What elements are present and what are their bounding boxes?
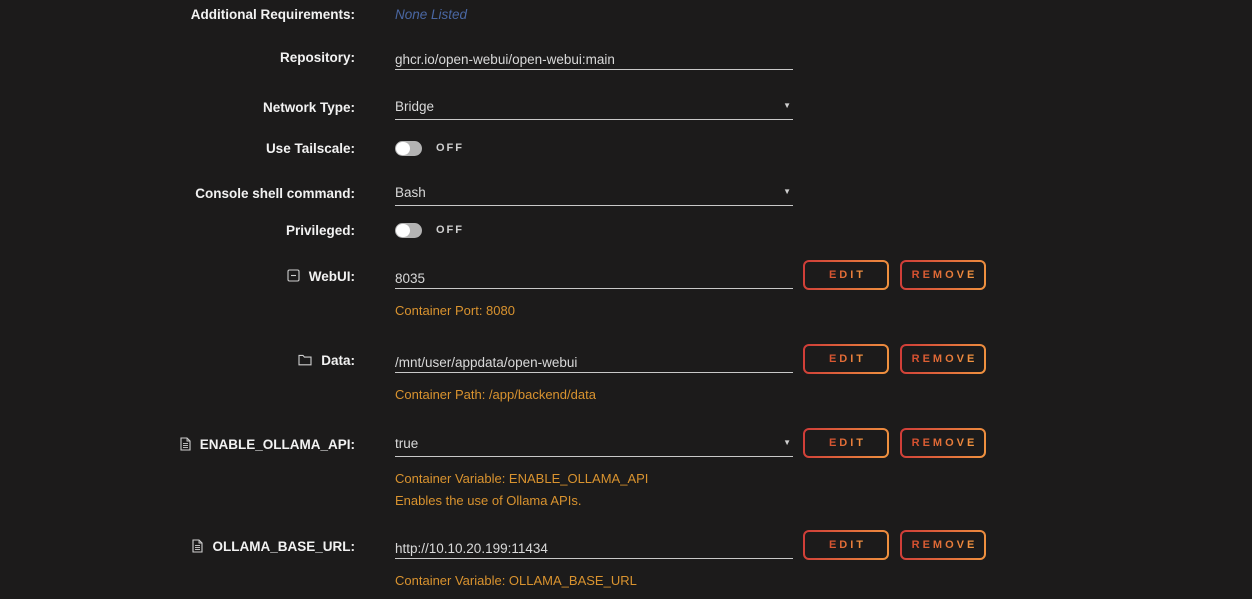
field-label-cell: Use Tailscale: <box>0 140 375 158</box>
field-control: Container Variable: OLLAMA_BASE_URL <box>395 538 793 592</box>
field-control: OFF <box>395 222 793 238</box>
additional-requirements-value: None Listed <box>395 7 467 22</box>
edit-button[interactable]: EDIT <box>803 344 889 374</box>
field-label: Repository: <box>280 50 355 65</box>
row-actions: EDIT REMOVE <box>803 428 986 458</box>
field-control: Bridge ▼ <box>395 99 793 120</box>
ollama-base-url-input[interactable] <box>395 538 793 559</box>
remove-button-label: REMOVE <box>909 269 978 281</box>
field-control: true ▼ Container Variable: ENABLE_OLLAMA… <box>395 436 793 512</box>
enable-ollama-api-select[interactable]: true ▼ <box>395 436 793 457</box>
edit-button[interactable]: EDIT <box>803 530 889 560</box>
file-text-icon <box>180 437 191 451</box>
field-control <box>395 49 793 70</box>
select-arrow-icon: ▼ <box>783 188 791 196</box>
console-shell-command-select[interactable]: Bash ▼ <box>395 185 793 206</box>
edit-button-label: EDIT <box>826 353 866 365</box>
row-actions: EDIT REMOVE <box>803 530 986 560</box>
remove-button[interactable]: REMOVE <box>900 260 986 290</box>
edit-button[interactable]: EDIT <box>803 428 889 458</box>
edit-button-face: EDIT <box>805 346 887 372</box>
help-text: Container Path: /app/backend/data <box>395 384 793 406</box>
field-label-cell: Data: <box>0 352 375 370</box>
edit-button-face: EDIT <box>805 262 887 288</box>
field-control: None Listed <box>395 6 793 24</box>
remove-button-face: REMOVE <box>902 430 984 456</box>
field-control: Bash ▼ <box>395 185 793 206</box>
help-text: Container Port: 8080 <box>395 300 793 322</box>
remove-button-label: REMOVE <box>909 437 978 449</box>
field-label: Use Tailscale: <box>266 141 355 156</box>
remove-button[interactable]: REMOVE <box>900 428 986 458</box>
field-label: Network Type: <box>263 100 355 115</box>
edit-button[interactable]: EDIT <box>803 260 889 290</box>
remove-button-face: REMOVE <box>902 346 984 372</box>
remove-button-face: REMOVE <box>902 262 984 288</box>
toggle-state-label: OFF <box>436 224 464 236</box>
edit-button-label: EDIT <box>826 437 866 449</box>
help-text: Enables the use of Ollama APIs. <box>395 490 793 512</box>
edit-button-face: EDIT <box>805 532 887 558</box>
field-label: OLLAMA_BASE_URL: <box>212 539 355 554</box>
field-label-cell: Console shell command: <box>0 185 375 203</box>
field-control: OFF <box>395 140 793 156</box>
minus-square-icon <box>287 269 300 282</box>
field-label: Privileged: <box>286 223 355 238</box>
field-label-cell: Repository: <box>0 49 375 67</box>
field-help: Container Variable: OLLAMA_BASE_URL <box>395 570 793 592</box>
select-value: Bridge <box>395 99 434 114</box>
field-label-cell: OLLAMA_BASE_URL: <box>0 538 375 556</box>
docker-template-settings-page: Additional Requirements: None Listed Rep… <box>0 0 1252 599</box>
select-value: Bash <box>395 185 426 200</box>
remove-button-label: REMOVE <box>909 353 978 365</box>
field-label: Data: <box>321 353 355 368</box>
edit-button-face: EDIT <box>805 430 887 456</box>
file-text-icon <box>192 539 203 553</box>
field-label-cell: ENABLE_OLLAMA_API: <box>0 436 375 454</box>
help-text: Container Variable: ENABLE_OLLAMA_API <box>395 468 793 490</box>
field-control: Container Path: /app/backend/data <box>395 352 793 406</box>
folder-icon <box>298 354 312 366</box>
field-help: Container Variable: ENABLE_OLLAMA_API En… <box>395 468 793 512</box>
help-text: Container Variable: OLLAMA_BASE_URL <box>395 570 793 592</box>
field-label: Console shell command: <box>195 186 355 201</box>
field-help: Container Port: 8080 <box>395 300 793 322</box>
row-actions: EDIT REMOVE <box>803 344 986 374</box>
field-help: Container Path: /app/backend/data <box>395 384 793 406</box>
remove-button-label: REMOVE <box>909 539 978 551</box>
field-label: ENABLE_OLLAMA_API: <box>200 437 355 452</box>
field-label-cell: Network Type: <box>0 99 375 117</box>
data-path-input[interactable] <box>395 352 793 373</box>
edit-button-label: EDIT <box>826 269 866 281</box>
network-type-select[interactable]: Bridge ▼ <box>395 99 793 120</box>
edit-button-label: EDIT <box>826 539 866 551</box>
field-label: Additional Requirements: <box>191 7 355 22</box>
select-arrow-icon: ▼ <box>783 439 791 447</box>
field-label: WebUI: <box>309 269 355 284</box>
field-label-cell: Privileged: <box>0 222 375 240</box>
field-label-cell: WebUI: <box>0 268 375 286</box>
select-arrow-icon: ▼ <box>783 102 791 110</box>
use-tailscale-toggle[interactable] <box>395 141 422 156</box>
toggle-knob <box>396 142 410 155</box>
toggle-knob <box>396 224 410 237</box>
row-actions: EDIT REMOVE <box>803 260 986 290</box>
toggle-state-label: OFF <box>436 142 464 154</box>
remove-button[interactable]: REMOVE <box>900 530 986 560</box>
remove-button-face: REMOVE <box>902 532 984 558</box>
remove-button[interactable]: REMOVE <box>900 344 986 374</box>
field-control: Container Port: 8080 <box>395 268 793 322</box>
field-label-cell: Additional Requirements: <box>0 6 375 24</box>
webui-port-input[interactable] <box>395 268 793 289</box>
privileged-toggle[interactable] <box>395 223 422 238</box>
select-value: true <box>395 436 418 451</box>
repository-input[interactable] <box>395 49 793 70</box>
